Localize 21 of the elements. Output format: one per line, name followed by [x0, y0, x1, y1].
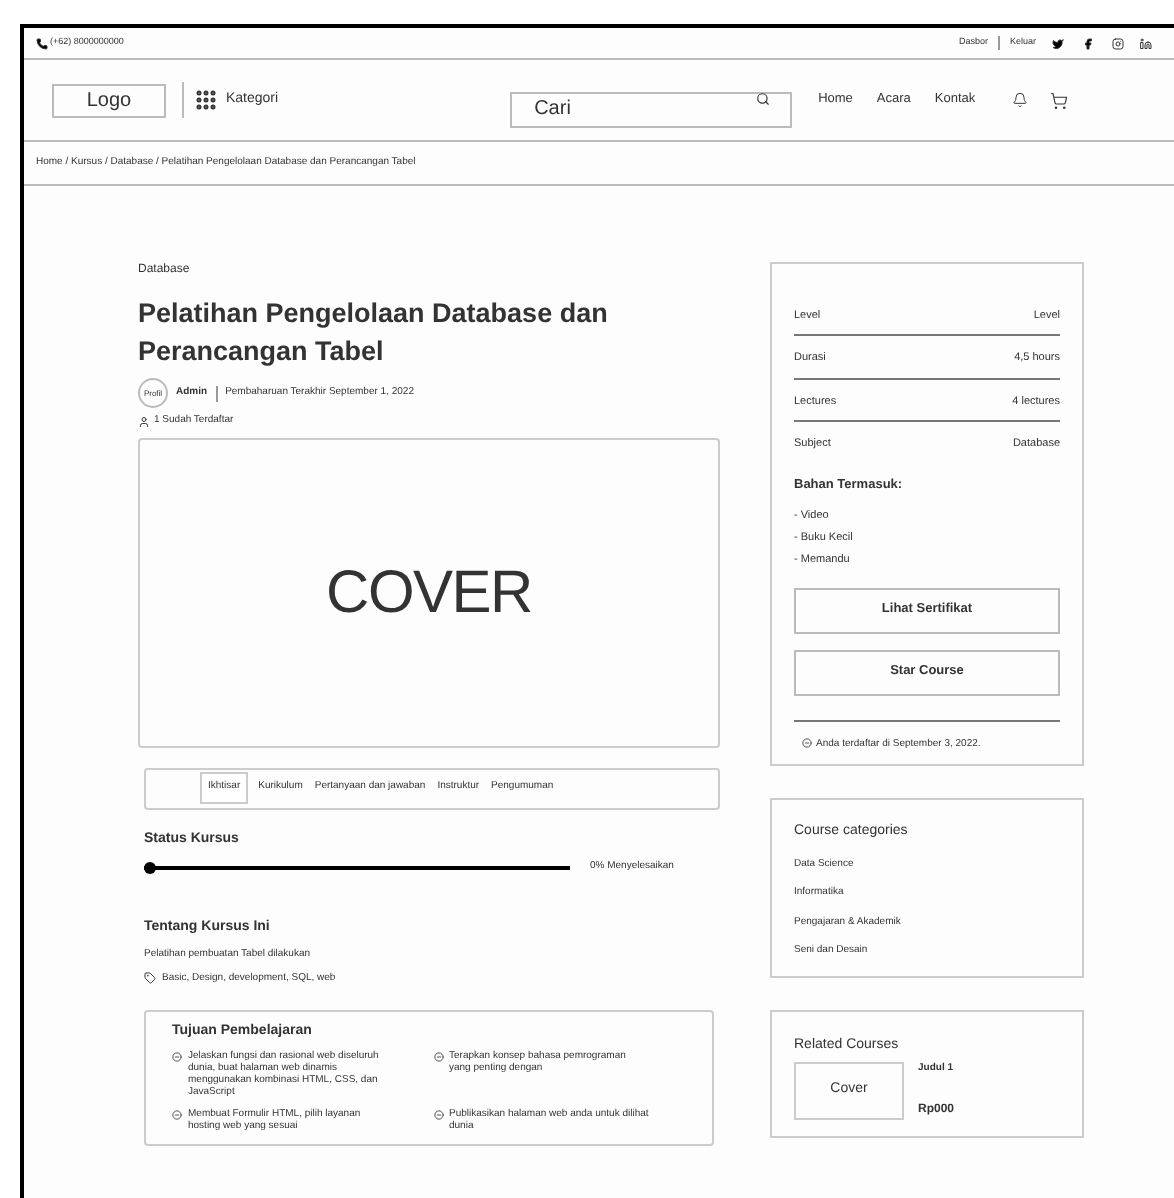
course-title: Pelatihan Pengelolaan Database dan Perancangan Tabel	[138, 296, 610, 370]
linkedin-icon[interactable]	[1140, 37, 1152, 49]
progress-thumb[interactable]	[144, 861, 156, 874]
phone-icon	[36, 37, 48, 49]
bullet-icon	[433, 1051, 443, 1061]
bullet-icon	[433, 1109, 443, 1119]
grid-icon[interactable]	[194, 88, 218, 112]
search-icon[interactable]	[756, 92, 771, 106]
bullet-icon	[172, 1051, 182, 1061]
tag-icon	[144, 972, 156, 985]
twitter-icon[interactable]	[1052, 37, 1064, 49]
search-field[interactable]: Cari	[510, 91, 793, 127]
bullet-icon	[172, 1109, 182, 1119]
bell-icon[interactable]	[1011, 92, 1028, 108]
info-icon	[802, 737, 812, 747]
instagram-icon[interactable]	[1112, 37, 1124, 49]
logo[interactable]: Logo	[52, 83, 166, 117]
facebook-icon[interactable]	[1082, 37, 1094, 49]
cover-image: COVER	[138, 437, 720, 747]
user-icon	[138, 415, 150, 428]
cart-icon[interactable]	[1049, 91, 1068, 109]
